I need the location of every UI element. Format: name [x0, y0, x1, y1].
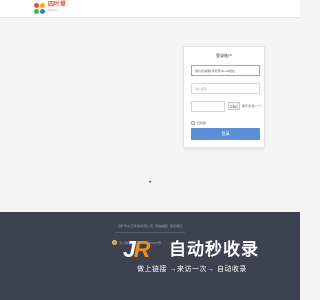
- remember-label: 记住我: [197, 121, 207, 125]
- footer-copyright: 四叶草(北京)科技有限公司 · 网站地图 · 联系我们: [117, 224, 183, 228]
- brand-subtitle: Flyb.cn: [48, 8, 58, 12]
- watermark-logo: JR: [123, 236, 150, 262]
- top-bar: 四叶草 Flyb.cn: [0, 0, 300, 18]
- captcha-refresh-link[interactable]: 看不清,换一个: [242, 104, 261, 108]
- clover-logo-icon[interactable]: [34, 3, 46, 15]
- password-input[interactable]: 用户密码: [191, 83, 260, 94]
- login-panel: 登录账户 用户名/邮箱/手机号/Email地址 用户密码 2bC 看不清,换一个…: [183, 46, 265, 148]
- login-button[interactable]: 登录: [191, 128, 260, 140]
- watermark-overlay: JR 自动秒收录 做上链接 →来访一次→ 自动收录: [123, 238, 285, 278]
- brand[interactable]: 四叶草 Flyb.cn: [48, 2, 66, 12]
- police-badge-icon: [112, 240, 117, 245]
- captcha-image[interactable]: 2bC: [228, 102, 240, 110]
- remember-checkbox[interactable]: [191, 121, 195, 125]
- remember-me[interactable]: 记住我: [191, 121, 206, 125]
- login-title: 登录账户: [216, 53, 232, 58]
- footer-divider: [115, 232, 185, 233]
- username-input[interactable]: 用户名/邮箱/手机号/Email地址: [191, 65, 260, 76]
- watermark-subtitle: 做上链接 →来访一次→ 自动收录: [137, 266, 247, 273]
- watermark-title: 自动秒收录: [169, 240, 259, 259]
- mouse-cursor-icon: [149, 181, 151, 183]
- captcha-input[interactable]: [191, 101, 225, 112]
